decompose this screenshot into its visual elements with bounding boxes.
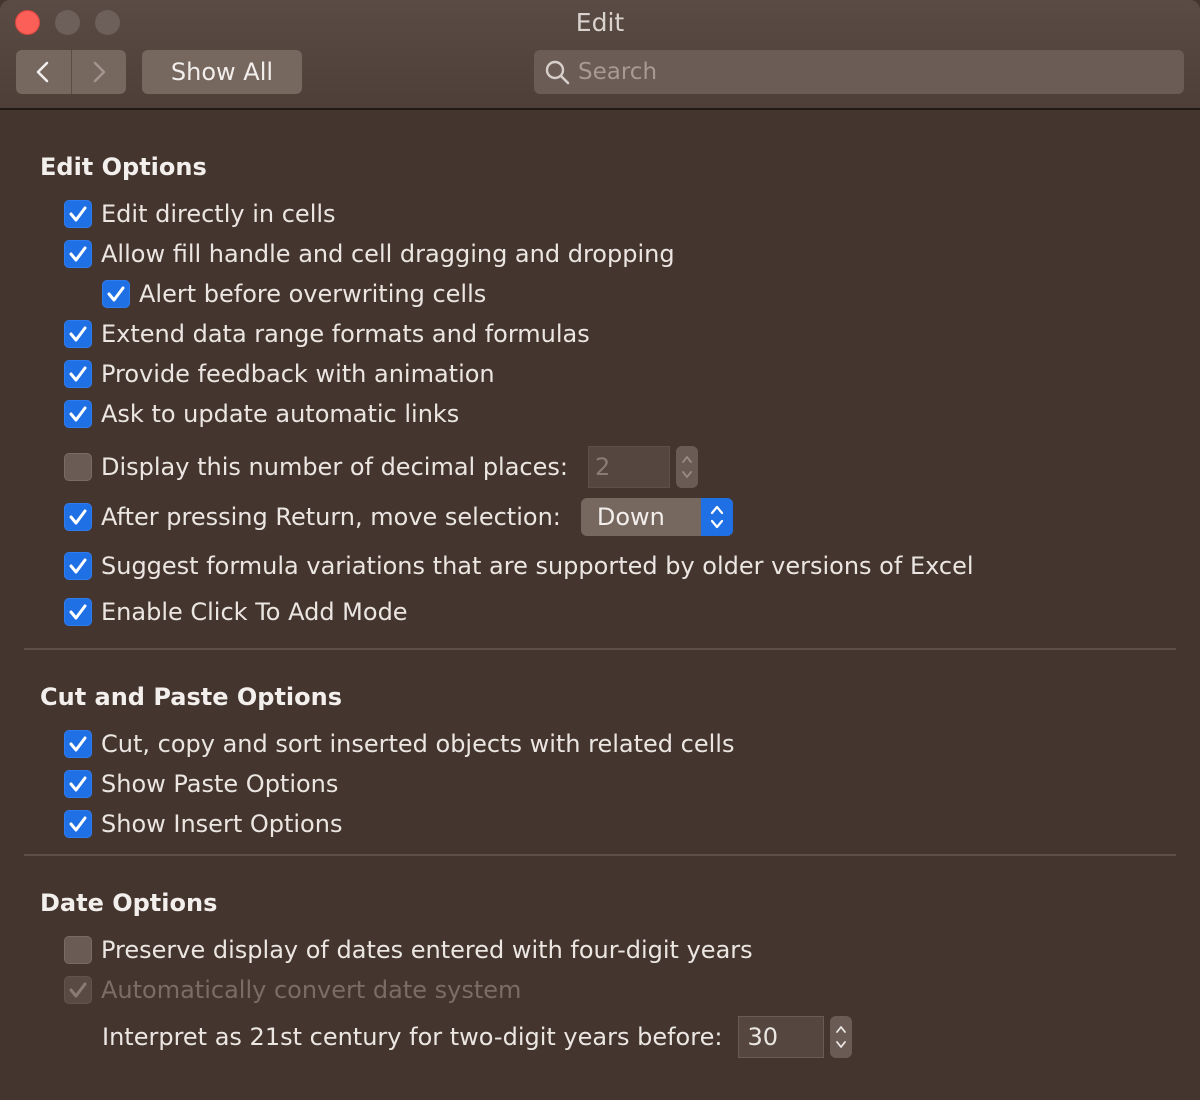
forward-button[interactable] [70,50,127,94]
checkbox-checked[interactable] [64,552,92,580]
search-field[interactable] [534,50,1184,94]
option-update-links[interactable]: Ask to update automatic links [64,400,459,428]
option-label: Alert before overwriting cells [139,280,487,308]
updown-chevron-icon [710,505,723,529]
checkbox-checked[interactable] [64,400,92,428]
option-preserve-dates[interactable]: Preserve display of dates entered with f… [64,936,753,964]
option-feedback-animation[interactable]: Provide feedback with animation [64,360,495,388]
option-label: Display this number of decimal places: [101,453,568,481]
checkbox-unchecked[interactable] [64,453,92,481]
chevron-right-icon [93,61,106,83]
checkbox-checked[interactable] [64,360,92,388]
preferences-window: Edit Show All Edit Options [0,0,1200,1100]
date-options-heading: Date Options [40,889,218,917]
interpret-label: Interpret as 21st century for two-digit … [102,1023,723,1051]
option-fill-handle[interactable]: Allow fill handle and cell dragging and … [64,240,675,268]
option-label: Ask to update automatic links [101,400,460,428]
navigation-buttons [16,50,126,94]
century-year-field[interactable]: 30 [738,1016,825,1058]
decimal-places-stepper[interactable] [675,446,698,488]
option-label: Edit directly in cells [101,200,336,228]
checkbox-checked[interactable] [64,320,92,348]
checkmark-icon [69,326,87,342]
checkbox-checked[interactable] [64,810,92,838]
option-return-move[interactable]: After pressing Return, move selection: D… [64,498,733,536]
checkmark-icon [69,366,87,382]
direction-value: Down [596,503,665,531]
option-alert-overwrite[interactable]: Alert before overwriting cells [102,280,486,308]
chevron-left-icon [36,61,49,83]
option-convert-date-system: Automatically convert date system [64,976,521,1004]
direction-popup[interactable]: Down [580,498,733,536]
decimal-places-field[interactable]: 2 [587,446,670,488]
show-all-button[interactable]: Show All [142,50,302,94]
option-interpret-century: Interpret as 21st century for two-digit … [102,1016,853,1058]
section-divider [24,648,1176,650]
checkmark-icon [69,206,87,222]
checkbox-checked[interactable] [64,200,92,228]
checkbox-disabled-checked [64,976,92,1004]
option-label: After pressing Return, move selection: [101,503,561,531]
option-click-to-add[interactable]: Enable Click To Add Mode [64,598,408,626]
checkmark-icon [69,406,87,422]
checkbox-unchecked[interactable] [64,936,92,964]
checkbox-checked[interactable] [64,598,92,626]
option-suggest-formula[interactable]: Suggest formula variations that are supp… [64,552,974,580]
checkmark-icon [69,816,87,832]
checkmark-icon [107,286,125,302]
checkbox-checked[interactable] [64,730,92,758]
option-edit-directly[interactable]: Edit directly in cells [64,200,336,228]
stepper-arrows-icon [682,456,692,478]
option-label: Cut, copy and sort inserted objects with… [101,730,735,758]
option-label: Enable Click To Add Mode [101,598,408,626]
checkmark-icon [69,982,87,998]
option-show-paste[interactable]: Show Paste Options [64,770,338,798]
option-decimal-places[interactable]: Display this number of decimal places: 2 [64,446,698,488]
checkbox-checked[interactable] [64,770,92,798]
checkmark-icon [69,509,87,525]
checkbox-checked[interactable] [64,240,92,268]
checkbox-checked[interactable] [102,280,130,308]
search-icon [545,60,570,85]
search-input[interactable] [578,59,1158,85]
option-label: Show Paste Options [101,770,339,798]
checkbox-checked[interactable] [64,503,92,531]
cut-paste-options-heading: Cut and Paste Options [40,683,343,711]
option-label: Suggest formula variations that are supp… [101,552,974,580]
option-label: Allow fill handle and cell dragging and … [101,240,675,268]
edit-options-heading: Edit Options [40,153,207,181]
section-divider [24,854,1176,856]
option-label: Extend data range formats and formulas [101,320,590,348]
option-label: Automatically convert date system [101,976,522,1004]
option-label: Provide feedback with animation [101,360,495,388]
checkmark-icon [69,558,87,574]
stepper-arrows-icon [836,1026,847,1048]
option-extend-formats[interactable]: Extend data range formats and formulas [64,320,590,348]
option-cut-copy-sort[interactable]: Cut, copy and sort inserted objects with… [64,730,734,758]
option-label: Show Insert Options [101,810,343,838]
checkmark-icon [69,736,87,752]
checkmark-icon [69,776,87,792]
century-year-stepper[interactable] [830,1016,853,1058]
checkmark-icon [69,604,87,620]
title-bar: Edit Show All [0,0,1200,110]
checkmark-icon [69,246,87,262]
back-button[interactable] [16,50,71,94]
option-show-insert[interactable]: Show Insert Options [64,810,342,838]
option-label: Preserve display of dates entered with f… [101,936,753,964]
window-title: Edit [575,8,625,37]
popup-arrows [700,498,733,536]
